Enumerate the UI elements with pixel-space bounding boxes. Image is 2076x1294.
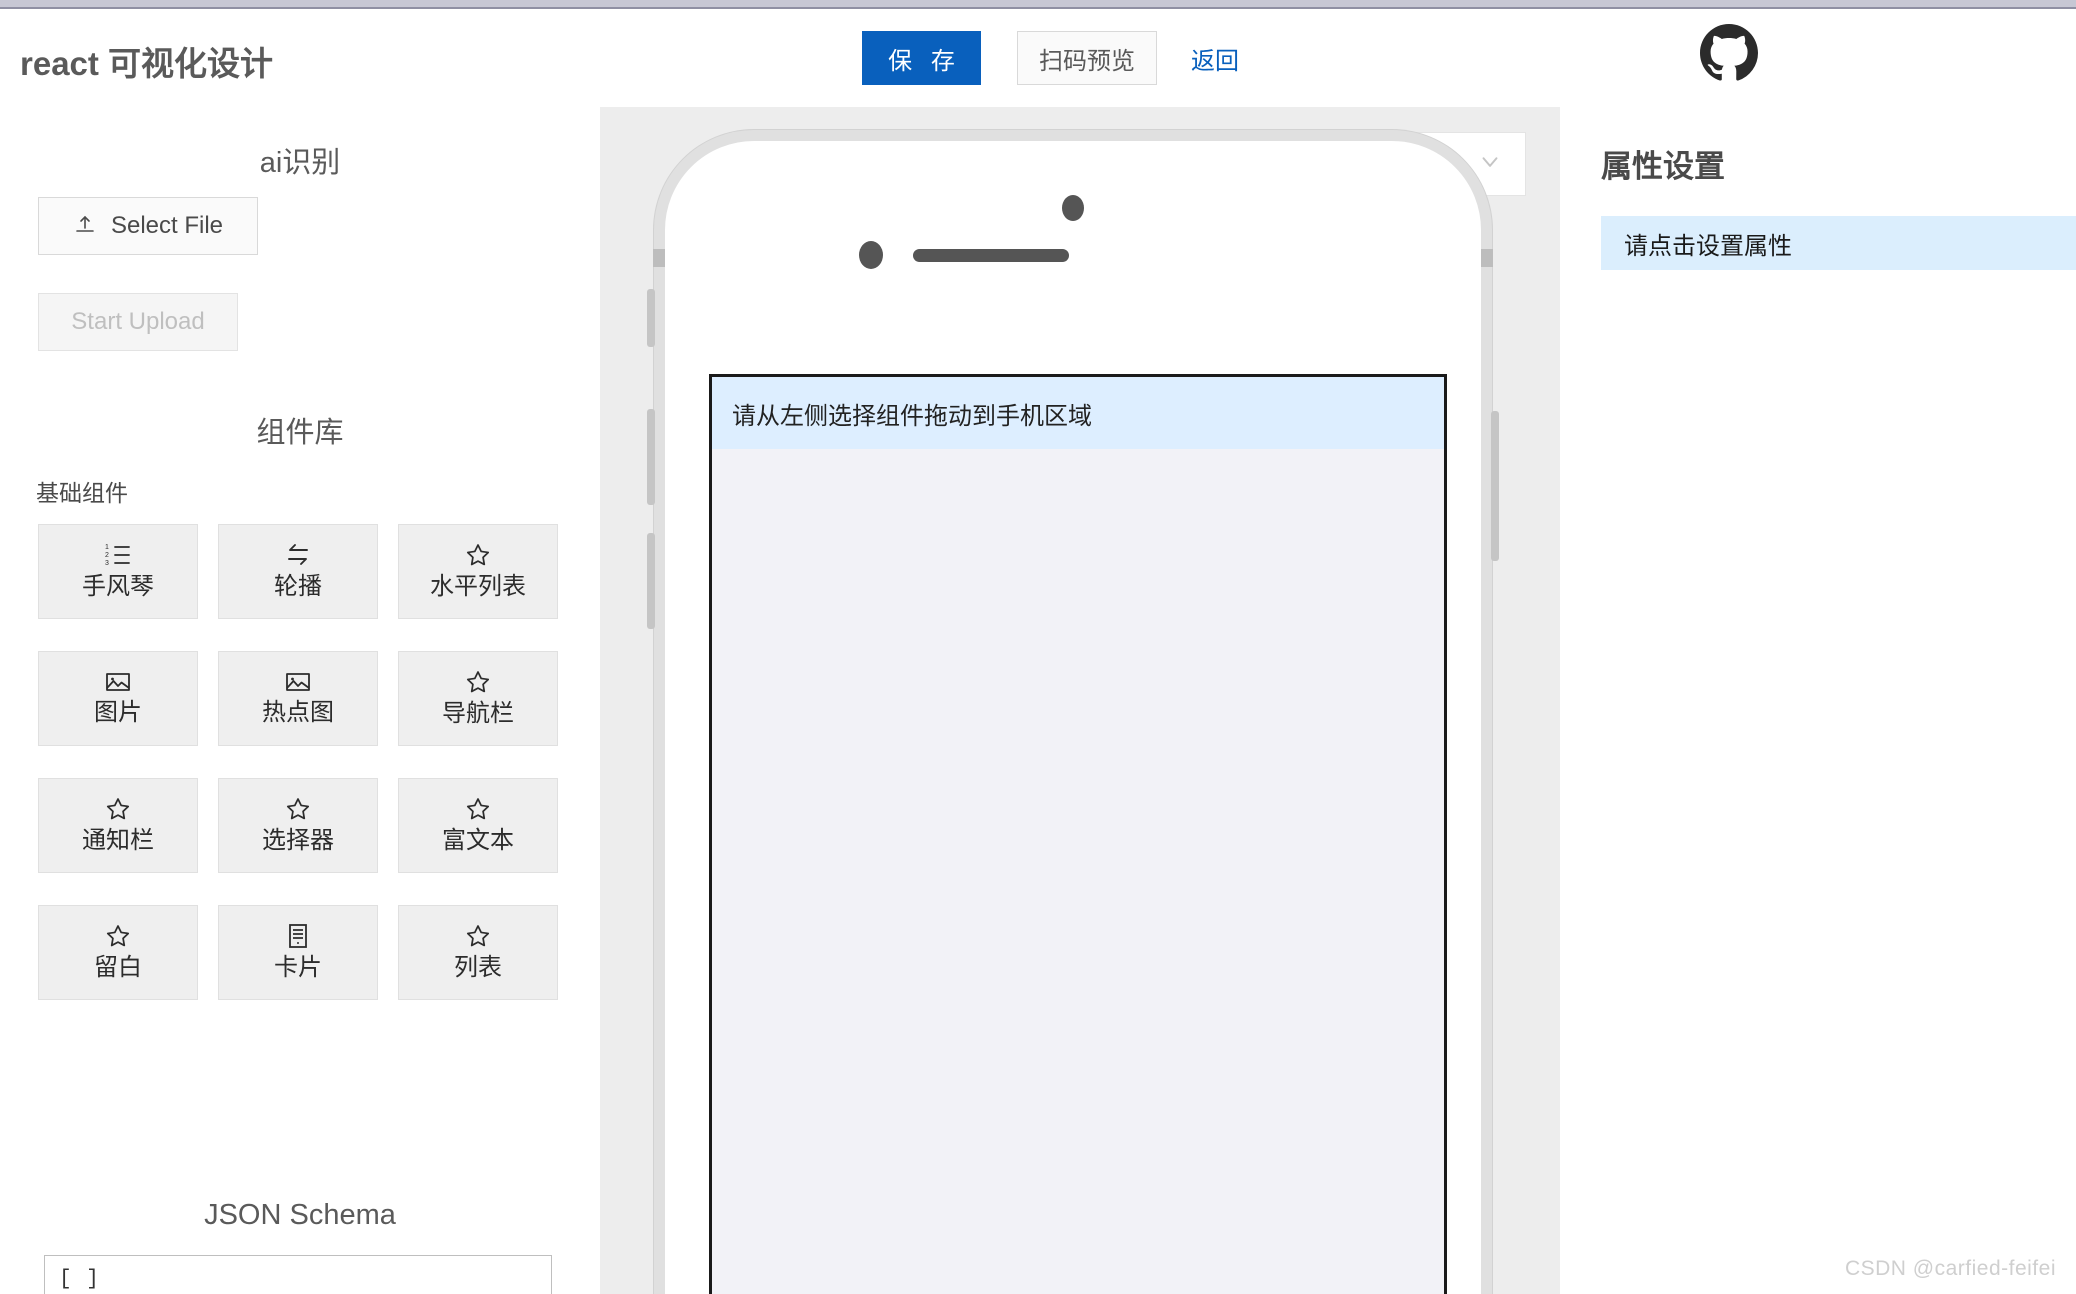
component-tile[interactable]: 导航栏 — [398, 651, 558, 746]
component-tile[interactable]: 选择器 — [218, 778, 378, 873]
component-label: 导航栏 — [442, 700, 514, 728]
star-icon — [105, 796, 131, 822]
component-tile[interactable]: 图片 — [38, 651, 198, 746]
svg-text:2: 2 — [105, 552, 109, 559]
left-sidebar: ai识别 Select File Start Upload 组件库 基础组件 1… — [0, 97, 600, 1294]
browser-chrome-strip — [0, 0, 2076, 9]
component-tile[interactable]: 卡片 — [218, 905, 378, 1000]
svg-text:3: 3 — [105, 560, 109, 567]
properties-panel-title: 属性设置 — [1601, 149, 1725, 184]
component-tile[interactable]: 富文本 — [398, 778, 558, 873]
component-label: 热点图 — [262, 699, 334, 727]
phone-speaker-icon — [913, 249, 1069, 262]
phone-mockup: 请从左侧选择组件拖动到手机区域 — [647, 130, 1499, 1294]
phone-frame-notch-left — [653, 249, 665, 267]
component-tile[interactable]: 通知栏 — [38, 778, 198, 873]
picture-icon — [105, 670, 131, 694]
back-button[interactable]: 返回 — [1179, 31, 1251, 85]
star-icon — [105, 923, 131, 949]
phone-volume-down-button — [647, 533, 655, 629]
json-schema-input[interactable] — [44, 1255, 552, 1294]
component-tile[interactable]: 水平列表 — [398, 524, 558, 619]
watermark: CSDN @carfied-feifei — [1844, 1257, 2056, 1280]
select-file-label: Select File — [110, 212, 224, 239]
component-library-heading: 组件库 — [256, 417, 344, 449]
component-label: 卡片 — [274, 954, 322, 982]
chevron-down-icon — [1477, 149, 1503, 180]
card-icon — [287, 923, 309, 949]
component-label: 图片 — [94, 699, 142, 727]
component-label: 手风琴 — [82, 573, 154, 601]
star-icon — [465, 669, 491, 695]
swap-icon — [284, 542, 312, 568]
ordered-list-icon: 1 2 3 — [104, 542, 132, 568]
component-label: 水平列表 — [430, 573, 526, 601]
phone-camera-icon — [1062, 195, 1084, 221]
picture-icon — [285, 670, 311, 694]
phone-sensor-icon — [859, 241, 883, 269]
star-icon — [465, 796, 491, 822]
component-tile[interactable]: 列表 — [398, 905, 558, 1000]
component-label: 留白 — [94, 954, 142, 982]
header-actions: 保 存 扫码预览 返回 — [862, 31, 1251, 85]
phone-screen-dropzone[interactable]: 请从左侧选择组件拖动到手机区域 — [709, 374, 1447, 1294]
ai-section-heading: ai识别 — [259, 147, 341, 179]
phone-frame-notch-right — [1481, 249, 1493, 267]
phone-power-button — [1491, 411, 1499, 561]
star-icon — [285, 796, 311, 822]
component-label: 富文本 — [442, 827, 514, 855]
design-canvas: 请从左侧选择组件拖动到手机区域 — [600, 107, 1560, 1294]
component-tile[interactable]: 留白 — [38, 905, 198, 1000]
component-label: 通知栏 — [82, 827, 154, 855]
component-label: 轮播 — [274, 573, 322, 601]
component-tile[interactable]: 1 2 3 手风琴 — [38, 524, 198, 619]
select-file-button[interactable]: Select File — [38, 197, 258, 255]
start-upload-button[interactable]: Start Upload — [38, 293, 238, 351]
save-button[interactable]: 保 存 — [862, 31, 981, 85]
phone-silent-switch — [647, 289, 655, 347]
page-title: react 可视化设计 — [20, 45, 274, 82]
phone-volume-up-button — [647, 409, 655, 505]
component-group-label: 基础组件 — [36, 480, 128, 506]
component-label: 列表 — [454, 954, 502, 982]
star-icon — [465, 542, 491, 568]
app-root: react 可视化设计 保 存 扫码预览 返回 ai识别 Select File… — [0, 0, 2076, 1294]
properties-panel: 属性设置 请点击设置属性 — [1560, 97, 2076, 1294]
svg-text:1: 1 — [105, 544, 109, 551]
app-header: react 可视化设计 保 存 扫码预览 返回 — [0, 11, 2076, 97]
upload-icon — [73, 212, 97, 241]
scan-preview-button[interactable]: 扫码预览 — [1017, 31, 1157, 85]
component-label: 选择器 — [262, 827, 334, 855]
star-icon — [465, 923, 491, 949]
properties-empty-message: 请点击设置属性 — [1601, 216, 2076, 270]
drop-hint-text: 请从左侧选择组件拖动到手机区域 — [712, 377, 1444, 449]
json-schema-heading: JSON Schema — [204, 1199, 396, 1231]
component-tile[interactable]: 轮播 — [218, 524, 378, 619]
component-grid: 1 2 3 手风琴 轮播 水平列表 图片 热点图 导航栏 通知栏 选择器 富文本… — [38, 524, 568, 1032]
component-tile[interactable]: 热点图 — [218, 651, 378, 746]
github-icon[interactable] — [1700, 24, 1758, 82]
